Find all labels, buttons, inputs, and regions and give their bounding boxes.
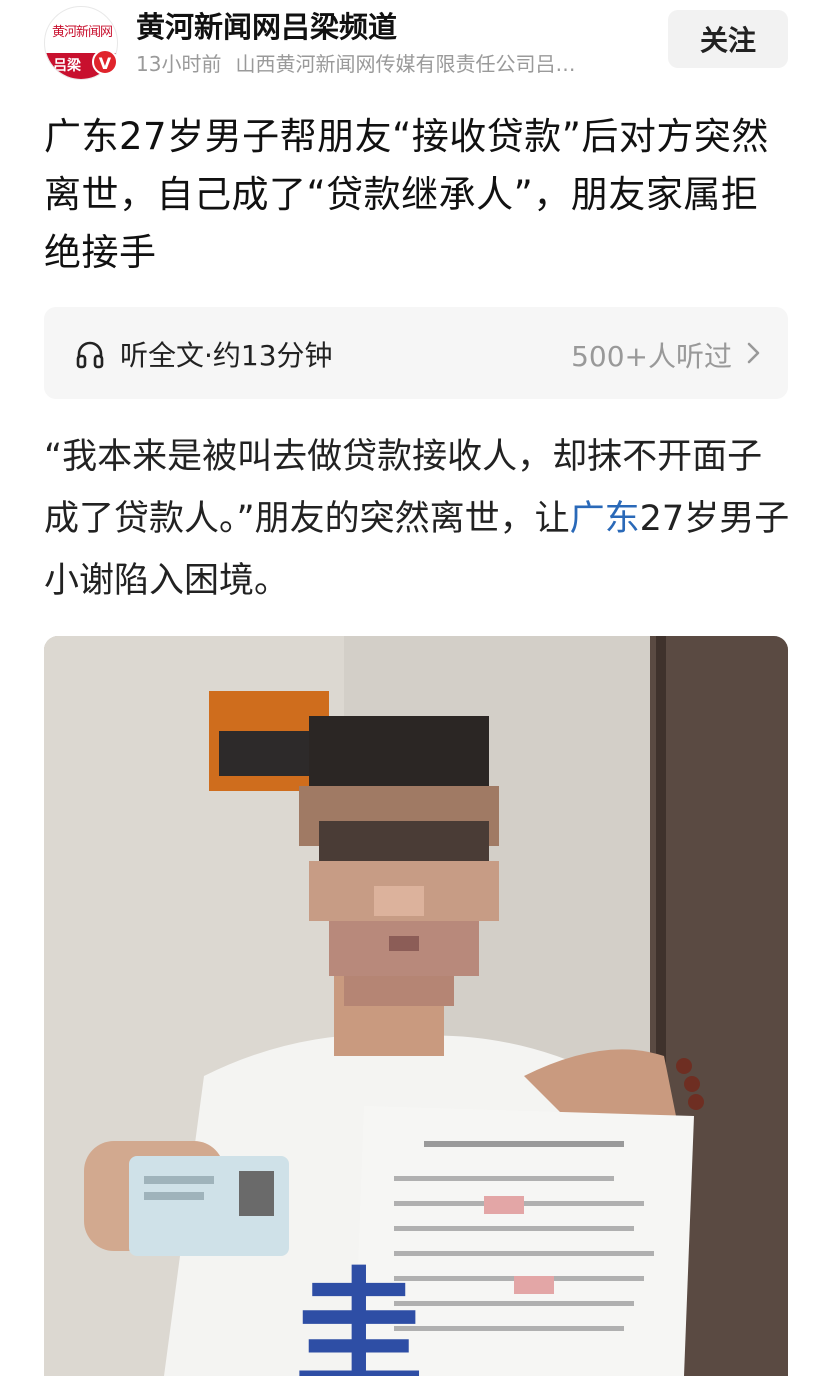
listen-count: 500+人听过 (571, 340, 732, 373)
publisher-name: 山西黄河新闻网传媒有限责任公司吕… (235, 52, 576, 76)
follow-button[interactable]: 关注 (668, 10, 788, 68)
svg-text:圭: 圭 (294, 1255, 424, 1376)
pixelated-face (299, 716, 499, 1006)
article-title: 广东27岁男子帮朋友“接收贷款”后对方突然离世，自己成了“贷款继承人”，朋友家属… (44, 115, 769, 274)
source-name[interactable]: 黄河新闻网吕梁频道 (136, 4, 397, 46)
source-meta: 13小时前 山西黄河新闻网传媒有限责任公司吕… (136, 48, 656, 77)
article-photo[interactable]: 圭 (44, 636, 788, 1376)
listen-label: 听全文·约13分钟 (120, 339, 333, 372)
location-link[interactable]: 广东 (570, 499, 640, 539)
article-paragraph: “我本来是被叫去做贷款接收人，却抹不开面子成了贷款人。”朋友的突然离世，让广东2… (44, 426, 796, 612)
headphone-icon (76, 341, 104, 369)
verified-badge-icon: V (92, 49, 118, 75)
photo-illustration: 圭 (44, 636, 788, 1376)
chevron-right-icon (747, 342, 760, 364)
article-header: 黄河新闻网 吕梁 V 黄河新闻网吕梁频道 13小时前 山西黄河新闻网传媒有限责任公… (0, 0, 831, 88)
avatar-top-text: 黄河新闻网 (51, 25, 113, 40)
publish-time: 13小时前 (136, 52, 222, 76)
listen-full-text-bar[interactable]: 听全文·约13分钟 500+人听过 (44, 307, 788, 399)
